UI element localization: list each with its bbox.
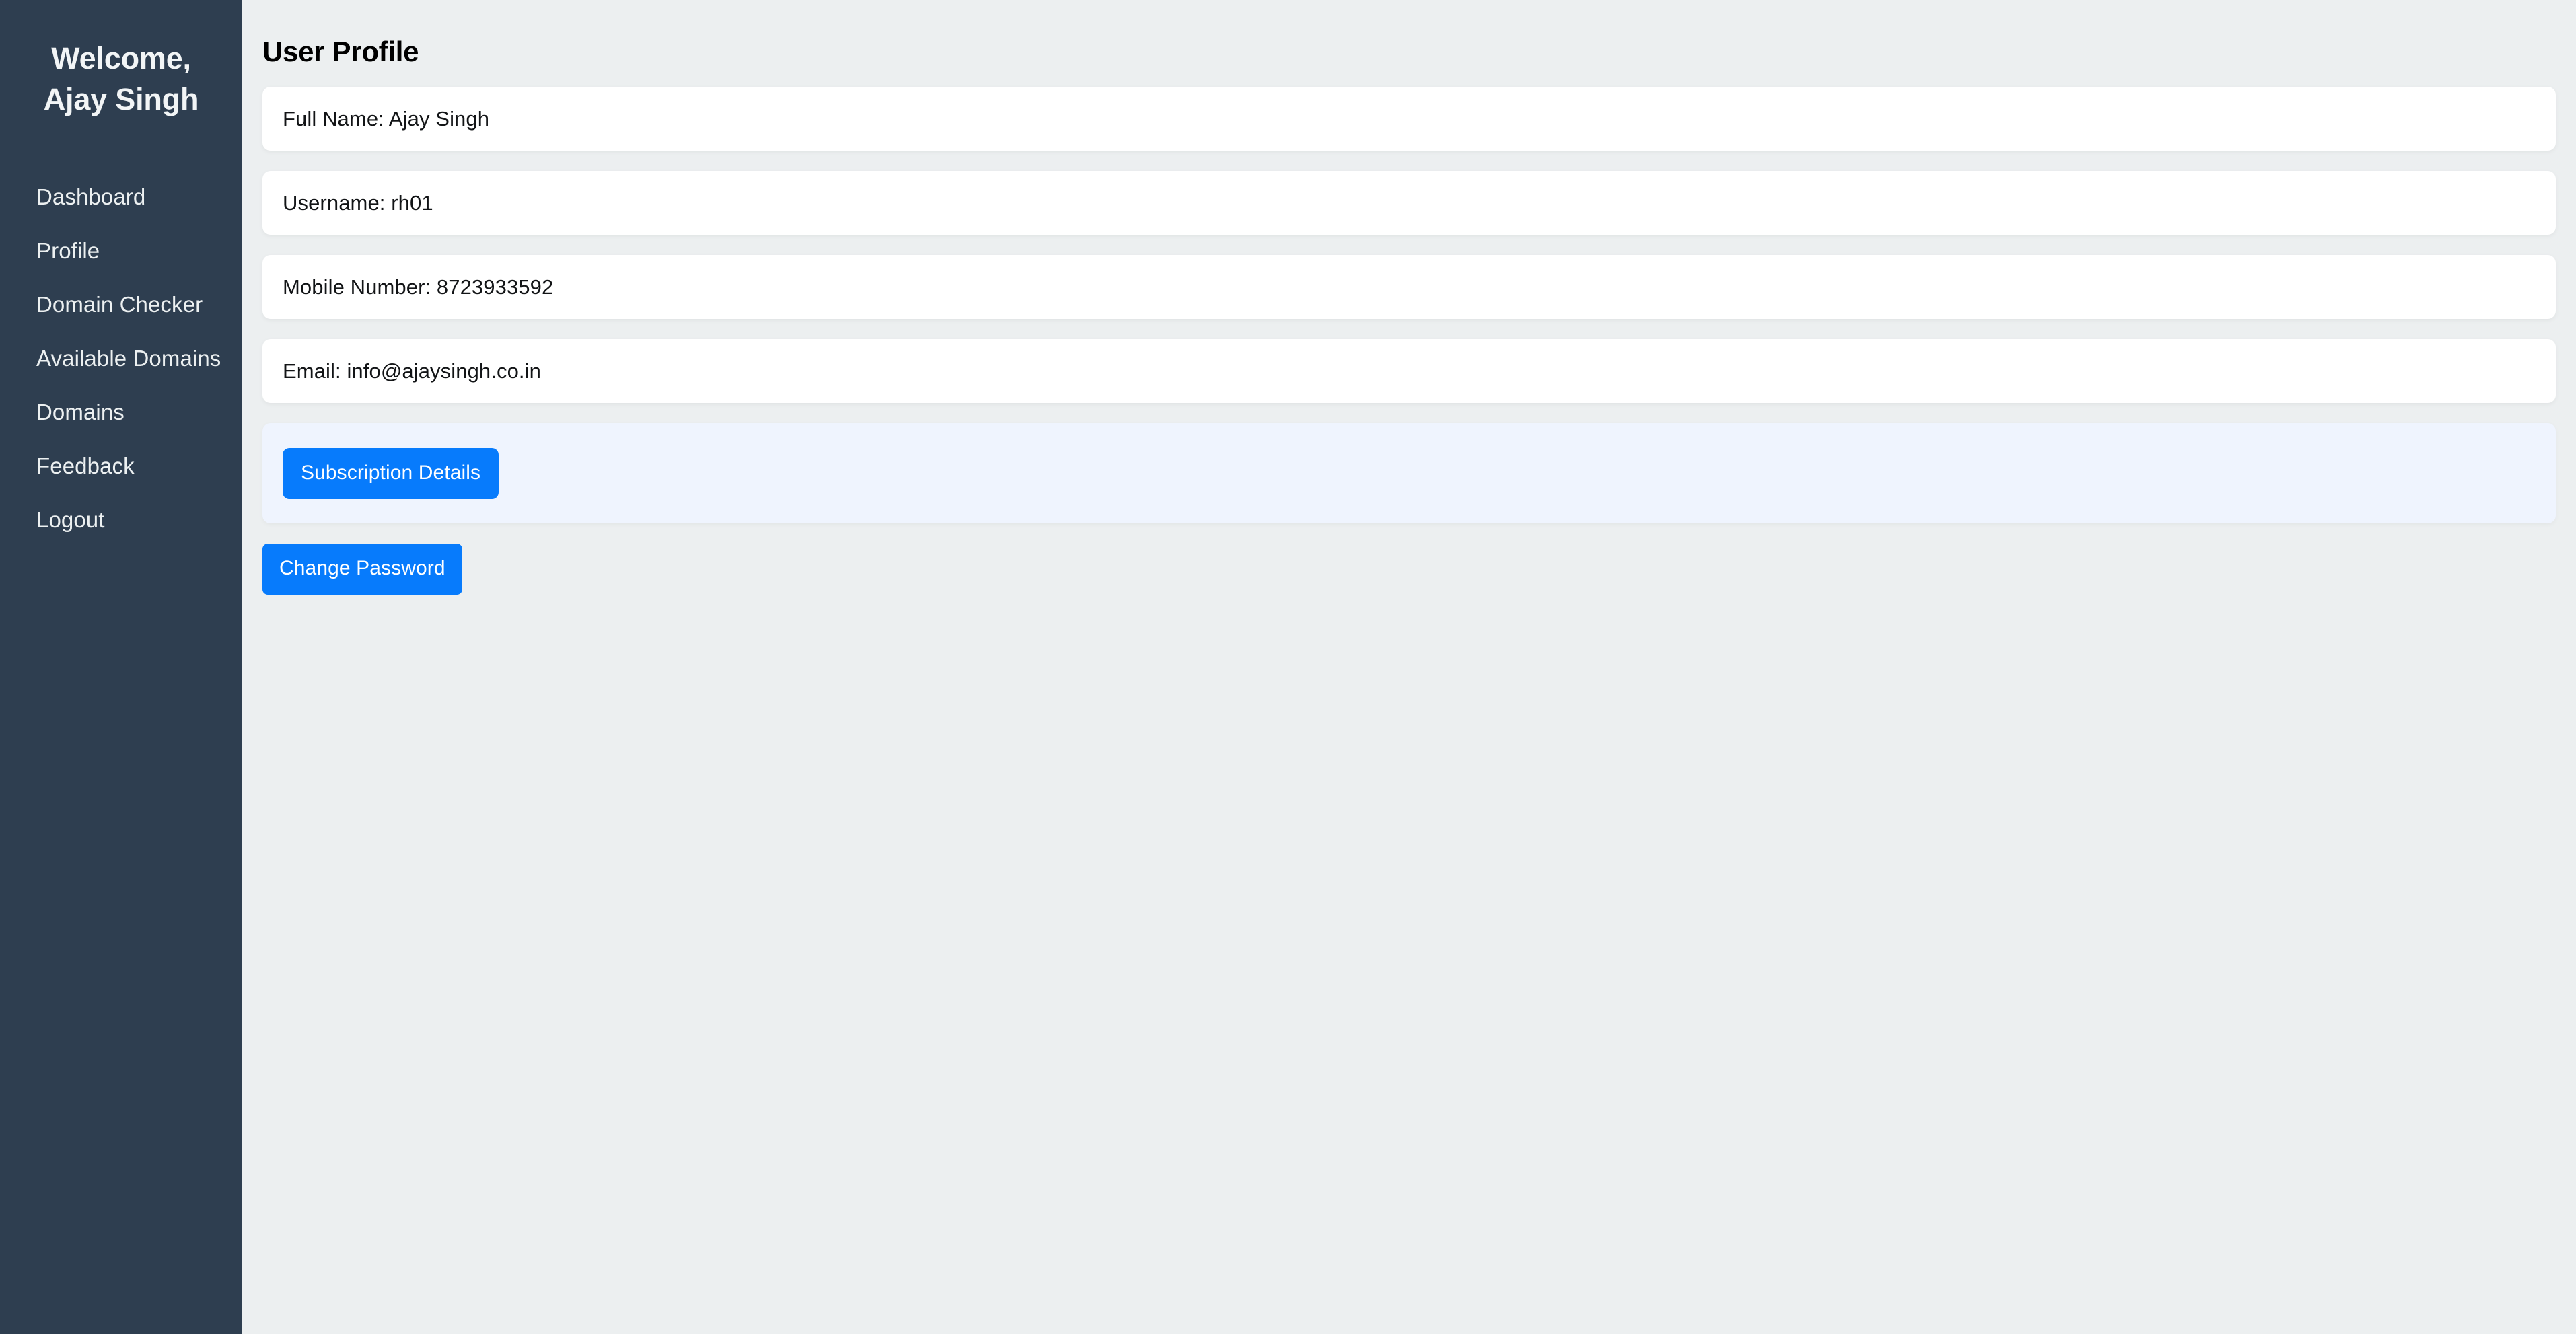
- page-title: User Profile: [262, 36, 419, 67]
- email-value: Email: info@ajaysingh.co.in: [283, 359, 541, 383]
- sidebar-item-available-domains[interactable]: Available Domains: [0, 331, 242, 385]
- profile-field-full-name: Full Name: Ajay Singh: [262, 87, 2556, 151]
- sidebar-item-domain-checker[interactable]: Domain Checker: [0, 277, 242, 331]
- username-value: Username: rh01: [283, 191, 433, 215]
- sidebar-item-dashboard[interactable]: Dashboard: [0, 170, 242, 223]
- profile-field-email: Email: info@ajaysingh.co.in: [262, 339, 2556, 403]
- sidebar-welcome-line-2: Ajay Singh: [43, 82, 199, 117]
- sidebar-nav: Dashboard Profile Domain Checker Availab…: [0, 170, 242, 546]
- main-content: User Profile Full Name: Ajay Singh Usern…: [242, 0, 2576, 1334]
- mobile-number-value: Mobile Number: 8723933592: [283, 275, 554, 299]
- sidebar: Welcome, Ajay Singh Dashboard Profile Do…: [0, 0, 242, 1334]
- subscription-card: Subscription Details: [262, 423, 2556, 523]
- sidebar-item-feedback[interactable]: Feedback: [0, 439, 242, 492]
- sidebar-item-logout[interactable]: Logout: [0, 492, 242, 546]
- profile-field-username: Username: rh01: [262, 171, 2556, 235]
- sidebar-welcome-line-1: Welcome,: [51, 41, 191, 75]
- change-password-button[interactable]: Change Password: [262, 544, 462, 595]
- sidebar-item-domains[interactable]: Domains: [0, 385, 242, 439]
- sidebar-item-profile[interactable]: Profile: [0, 223, 242, 277]
- profile-field-mobile-number: Mobile Number: 8723933592: [262, 255, 2556, 319]
- subscription-details-button[interactable]: Subscription Details: [283, 447, 499, 499]
- sidebar-welcome-heading: Welcome, Ajay Singh: [0, 38, 242, 120]
- full-name-value: Full Name: Ajay Singh: [283, 107, 490, 131]
